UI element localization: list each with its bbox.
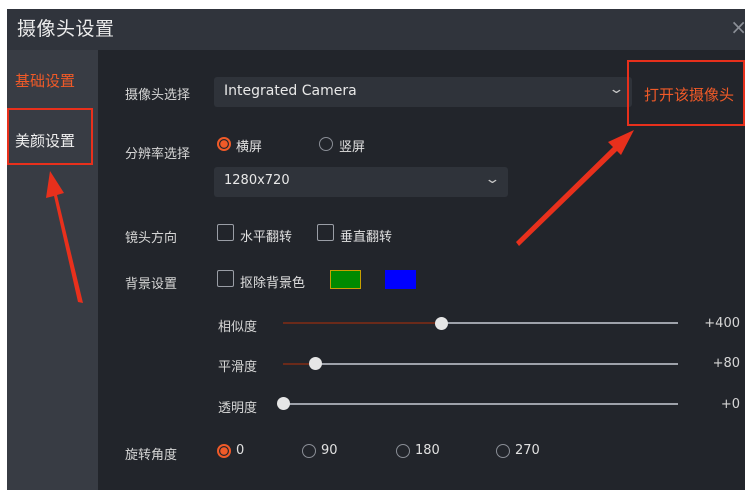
sidebar-item-basic-settings[interactable]: 基础设置 <box>15 70 75 91</box>
transparency-slider-thumb[interactable] <box>277 397 290 410</box>
camera-select-value: Integrated Camera <box>224 83 357 99</box>
portrait-radio[interactable] <box>319 137 333 151</box>
rotation-radio-90-label: 90 <box>321 443 338 458</box>
rotation-radio-270[interactable] <box>496 444 510 458</box>
rotation-radio-180-label: 180 <box>415 443 440 458</box>
resolution-select-value: 1280x720 <box>224 173 290 188</box>
similarity-slider-thumb[interactable] <box>435 317 448 330</box>
background-color-swatch-green[interactable] <box>330 270 361 289</box>
transparency-label: 透明度 <box>218 401 258 416</box>
rotation-radio-0[interactable] <box>217 444 231 458</box>
chevron-down-icon: ⌄ <box>608 82 625 97</box>
resolution-select[interactable]: 1280x720 ⌄ <box>214 167 508 197</box>
portrait-radio-label: 竖屏 <box>339 140 366 155</box>
rotation-radio-180[interactable] <box>396 444 410 458</box>
resolution-label: 分辨率选择 <box>125 147 191 162</box>
smoothness-value: +80 <box>712 356 740 371</box>
similarity-value: +400 <box>704 316 740 331</box>
smoothness-slider-track[interactable] <box>283 363 678 365</box>
close-icon[interactable]: × <box>730 15 745 39</box>
smoothness-label: 平滑度 <box>218 360 258 375</box>
vertical-flip-checkbox[interactable] <box>317 224 334 241</box>
camera-select-label: 摄像头选择 <box>125 88 191 103</box>
transparency-value: +0 <box>720 397 740 412</box>
rotation-label: 旋转角度 <box>125 448 178 463</box>
transparency-slider-track[interactable] <box>283 403 678 405</box>
rotation-radio-0-label: 0 <box>236 443 245 458</box>
open-camera-button-label: 打开该摄像头 <box>644 86 735 104</box>
sidebar-item-beauty-settings[interactable]: 美颜设置 <box>15 130 75 151</box>
smoothness-slider-thumb[interactable] <box>309 357 322 370</box>
background-settings-label: 背景设置 <box>125 277 178 292</box>
remove-background-label: 抠除背景色 <box>240 276 306 291</box>
camera-select[interactable]: Integrated Camera ⌄ <box>214 77 632 107</box>
window-title: 摄像头设置 <box>17 18 115 40</box>
horizontal-flip-label: 水平翻转 <box>240 230 293 245</box>
sidebar: 基础设置 美颜设置 <box>7 50 98 490</box>
landscape-radio-label: 横屏 <box>236 140 263 155</box>
remove-background-checkbox[interactable] <box>217 270 234 287</box>
similarity-slider-fill <box>283 322 441 324</box>
title-bar: 摄像头设置 × <box>7 9 745 50</box>
lens-direction-label: 镜头方向 <box>125 231 178 246</box>
open-camera-button[interactable]: 打开该摄像头 <box>632 66 745 124</box>
similarity-label: 相似度 <box>218 320 258 335</box>
background-color-swatch-blue[interactable] <box>385 270 416 289</box>
landscape-radio[interactable] <box>217 137 231 151</box>
chevron-down-icon: ⌄ <box>484 172 501 187</box>
horizontal-flip-checkbox[interactable] <box>217 224 234 241</box>
rotation-radio-90[interactable] <box>302 444 316 458</box>
rotation-radio-270-label: 270 <box>515 443 540 458</box>
vertical-flip-label: 垂直翻转 <box>340 230 393 245</box>
